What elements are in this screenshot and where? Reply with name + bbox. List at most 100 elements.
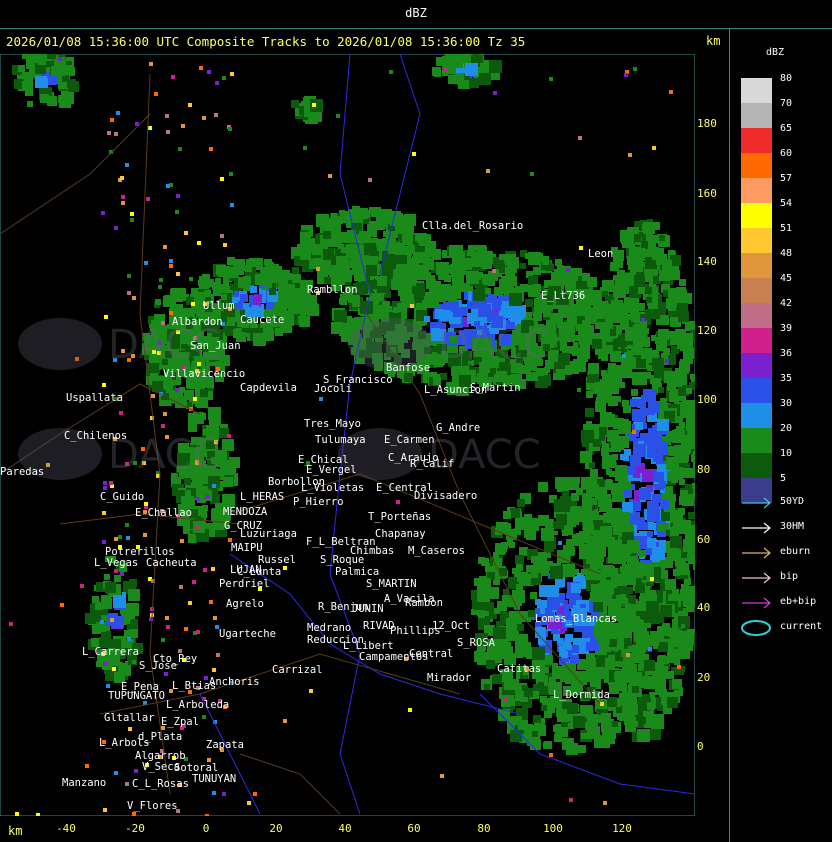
place-label: C_Chilenos (64, 430, 128, 442)
track-legend-label: bip (780, 571, 799, 582)
place-label: Paredas (0, 466, 45, 478)
y-tick-label: 120 (697, 324, 717, 337)
place-label: Tres_Mayo (304, 418, 361, 430)
legend-swatch (741, 228, 772, 253)
y-tick-label: 40 (697, 601, 711, 614)
place-label: Divisadero (414, 490, 478, 502)
y-tick-label: 100 (697, 393, 717, 406)
place-label: MENDOZA (223, 506, 268, 518)
track-arrow-icon (742, 572, 771, 584)
place-label: Central (409, 648, 454, 660)
x-tick-label: 0 (202, 822, 210, 835)
place-label: L_Violetas (301, 482, 365, 494)
legend-swatch (741, 403, 772, 428)
track-legend-label: current (780, 621, 823, 632)
place-label: E_Carmen (384, 434, 435, 446)
x-tick-label: 120 (612, 822, 632, 835)
x-tick-label: 80 (477, 822, 491, 835)
legend-label: 39 (780, 323, 793, 334)
place-label: TUPUNGATO (108, 690, 165, 702)
legend-swatch (741, 253, 772, 278)
x-tick-label: 40 (338, 822, 352, 835)
place-label: 12_Oct (432, 620, 470, 632)
legend-label: 20 (780, 423, 793, 434)
place-label: Catitas (497, 663, 542, 675)
place-label: Albardon (172, 316, 223, 328)
y-tick-label: 160 (697, 187, 717, 200)
x-tick-label: -40 (56, 822, 76, 835)
place-label: S_ROSA (457, 637, 495, 649)
watermark-text: DACC (438, 322, 551, 368)
legend-swatch (741, 303, 772, 328)
y-tick-label: 20 (697, 671, 711, 684)
legend-label: 45 (780, 273, 793, 284)
place-label: Palmica (335, 566, 380, 578)
place-label: Agrelo (226, 598, 264, 610)
y-tick-label: 140 (697, 255, 717, 268)
place-label: San_Juan (190, 340, 241, 352)
place-label: Tulumaya (315, 434, 366, 446)
legend-label: 70 (780, 98, 793, 109)
place-label: G_Andre (436, 422, 481, 434)
legend-label: 51 (780, 223, 793, 234)
y-tick-label: 0 (697, 740, 704, 753)
track-legend-label: 50YD (780, 496, 805, 507)
place-label: L_Arboleda (166, 699, 230, 711)
place-label: Caucete (240, 314, 285, 326)
place-label: T_Porteñas (368, 511, 432, 523)
legend-swatch (741, 78, 772, 103)
y-tick-label: 180 (697, 117, 717, 130)
place-label: MAIPU (231, 542, 263, 554)
legend-label: 60 (780, 148, 793, 159)
dacc-watermark-logo: DACC (338, 428, 541, 480)
place-label: Rambllon (307, 284, 358, 296)
legend-swatch (741, 328, 772, 353)
place-label: C_Lunta (237, 566, 282, 578)
km-unit-label-top: km (706, 34, 721, 48)
place-label: L_HERAS (240, 491, 285, 503)
track-arrow-icon (742, 547, 771, 559)
place-label: Villavicencio (163, 368, 246, 380)
legend-label: 36 (780, 348, 793, 359)
place-label: Chapanay (375, 528, 426, 540)
place-label: M_Caseros (408, 545, 465, 557)
place-label: Leon (588, 248, 614, 260)
legend-swatch (741, 178, 772, 203)
panel-divider (729, 28, 730, 842)
legend-swatch (741, 203, 772, 228)
place-label: V_Flores (127, 800, 178, 812)
y-tick-label: 60 (697, 533, 711, 546)
place-label: S_MARTIN (366, 578, 417, 590)
legend-swatch (741, 378, 772, 403)
place-label: Jocoli (314, 383, 352, 395)
place-label: JUNIN (352, 603, 384, 615)
legend-label: 10 (780, 448, 793, 459)
place-label: Ullum (203, 300, 235, 312)
place-label: Banfose (386, 362, 431, 374)
place-label: Lomas_Blancas (535, 613, 618, 625)
legend-swatch (741, 353, 772, 378)
header-timestamp: 2026/01/08 15:36:00 UTC Composite Tracks… (6, 34, 526, 49)
legend-swatch (741, 428, 772, 453)
place-label: E_Challao (135, 507, 192, 519)
place-label: E_Zpal (161, 716, 199, 728)
km-unit-label-bottom: km (8, 824, 23, 838)
place-label: Zapata (206, 739, 244, 751)
top-bar: dBZ (0, 0, 832, 29)
place-label: L_Arbols (99, 737, 150, 749)
place-label: Luzuriaga (240, 528, 297, 540)
place-label: C_Guido (100, 491, 145, 503)
x-tick-label: 60 (407, 822, 421, 835)
place-label: Perdriel (219, 578, 270, 590)
topbar-title: dBZ (405, 6, 427, 20)
place-label: Rambon (405, 597, 443, 609)
place-label: TUNUYAN (192, 773, 237, 785)
legend-swatch (741, 103, 772, 128)
track-arrow-icon (742, 597, 771, 609)
place-label: Manzano (62, 777, 107, 789)
legend-swatch (741, 128, 772, 153)
place-label: Anchoris (209, 676, 260, 688)
x-tick-label: -20 (125, 822, 145, 835)
place-label: E_Lt736 (541, 290, 586, 302)
place-label: Russel (258, 554, 296, 566)
